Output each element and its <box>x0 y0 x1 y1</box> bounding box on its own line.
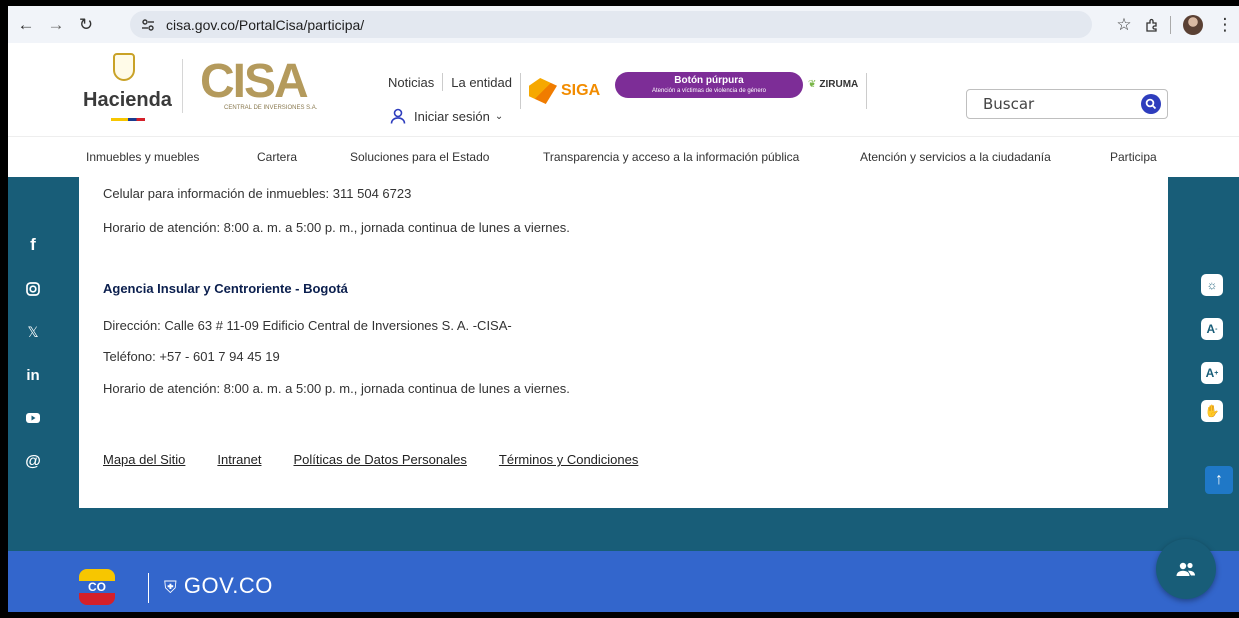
back-icon[interactable]: ← <box>14 13 38 37</box>
gov-bar-separator <box>148 573 149 603</box>
sign-language-icon[interactable]: ✋ <box>1201 400 1223 422</box>
linkedin-icon[interactable]: in <box>22 364 44 386</box>
horario-text-1: Horario de atención: 8:00 a. m. a 5:00 p… <box>103 220 570 235</box>
colombia-co-logo[interactable]: CO <box>79 569 115 605</box>
extensions-icon[interactable] <box>1138 11 1166 39</box>
login-link[interactable]: Iniciar sesión ⌄ <box>390 108 503 124</box>
login-label: Iniciar sesión <box>414 108 490 124</box>
person-icon <box>390 108 406 124</box>
boton-purpura-subtitle: Atención a víctimas de violencia de géne… <box>651 88 767 94</box>
url-text: cisa.gov.co/PortalCisa/participa/ <box>166 16 365 33</box>
ziruma-label: ZIRUMA <box>819 79 859 90</box>
x-icon[interactable]: 𝕏 <box>22 321 44 343</box>
footer-link-mapa[interactable]: Mapa del Sitio <box>103 452 185 467</box>
top-links-separator <box>442 73 444 91</box>
instagram-icon[interactable] <box>22 278 44 300</box>
nav-item-transparencia[interactable]: Transparencia y acceso a la información … <box>543 150 799 164</box>
forward-icon[interactable]: → <box>44 13 68 37</box>
site-header: Hacienda CISA CENTRAL DE INVERSIONES S.A… <box>8 43 1239 136</box>
top-links: Noticias La entidad <box>388 73 512 91</box>
accessibility-panel: ☼ A- A + ✋ <box>1194 248 1239 431</box>
decrease-font-icon[interactable]: A- <box>1201 318 1223 340</box>
increase-font-icon[interactable]: A + <box>1201 362 1223 384</box>
profile-avatar[interactable] <box>1183 14 1203 35</box>
siga-link[interactable]: SIGA <box>520 73 600 109</box>
horario-text-2: Horario de atención: 8:00 a. m. a 5:00 p… <box>103 381 570 396</box>
search-icon[interactable] <box>1141 94 1161 114</box>
threads-icon[interactable]: @ <box>22 451 44 473</box>
browser-window: ← → ↻ cisa.gov.co/PortalCisa/participa/ … <box>8 6 1239 612</box>
top-link-noticias[interactable]: Noticias <box>388 75 434 90</box>
direccion-text: Dirección: Calle 63 # 11-09 Edificio Cen… <box>103 318 512 333</box>
scroll-top-button[interactable]: ↑ <box>1205 466 1233 494</box>
browser-toolbar: ← → ↻ cisa.gov.co/PortalCisa/participa/ … <box>8 6 1239 43</box>
footer-link-intranet[interactable]: Intranet <box>217 452 261 467</box>
ziruma-link[interactable]: ❦ ZIRUMA <box>808 73 868 109</box>
gov-shield-icon: ⛨ <box>164 578 178 597</box>
footer-link-terminos[interactable]: Términos y Condiciones <box>499 452 638 467</box>
top-link-la-entidad[interactable]: La entidad <box>451 75 512 90</box>
nav-item-atencion[interactable]: Atención y servicios a la ciudadanía <box>860 150 1051 164</box>
boton-purpura-title: Botón púrpura <box>674 75 744 86</box>
nav-item-cartera[interactable]: Cartera <box>257 150 297 164</box>
gov-co-label: GOV.CO <box>183 573 273 598</box>
boton-purpura-button[interactable]: Botón púrpura Atención a víctimas de vio… <box>615 72 803 98</box>
gov-bar: CO ⛨ GOV.CO <box>8 551 1239 612</box>
leaf-icon: ❦ <box>808 79 817 90</box>
chevron-down-icon: ⌄ <box>494 110 504 122</box>
siga-logo-icon <box>529 78 557 104</box>
footer-links: Mapa del Sitio Intranet Políticas de Dat… <box>103 452 670 467</box>
reload-icon[interactable]: ↻ <box>74 13 98 37</box>
search-box <box>966 89 1168 119</box>
facebook-icon[interactable]: f <box>22 234 44 256</box>
bookmark-star-icon[interactable]: ☆ <box>1110 11 1138 39</box>
nav-item-soluciones[interactable]: Soluciones para el Estado <box>350 150 489 164</box>
content-card: Celular para información de inmuebles: 3… <box>79 177 1168 508</box>
agency-title: Agencia Insular y Centroriente - Bogotá <box>103 281 348 296</box>
cisa-logo[interactable]: CISA CENTRAL DE INVERSIONES S.A. <box>200 53 318 123</box>
nav-item-inmuebles[interactable]: Inmuebles y muebles <box>86 150 199 164</box>
contrast-icon[interactable]: ☼ <box>1201 274 1223 296</box>
gov-co-logo[interactable]: ⛨ GOV.CO <box>164 573 273 599</box>
hacienda-logo-text: Hacienda <box>83 89 172 111</box>
site-settings-icon[interactable] <box>136 13 160 37</box>
logo-divider <box>182 59 183 113</box>
toolbar-separator <box>1170 15 1171 34</box>
search-input[interactable] <box>967 90 1127 118</box>
cisa-logo-subtitle: CENTRAL DE INVERSIONES S.A. <box>224 105 318 111</box>
colombia-flag-stripe <box>111 118 145 121</box>
main-nav: Inmuebles y muebles Cartera Soluciones p… <box>8 136 1239 177</box>
cisa-logo-text: CISA <box>200 55 309 108</box>
siga-label: SIGA <box>561 82 601 99</box>
telefono-text: Teléfono: +57 - 601 7 94 45 19 <box>103 349 280 364</box>
hacienda-shield-icon <box>113 53 135 81</box>
address-bar[interactable]: cisa.gov.co/PortalCisa/participa/ <box>130 11 1092 38</box>
footer-link-politicas[interactable]: Políticas de Datos Personales <box>293 452 466 467</box>
nav-item-participa[interactable]: Participa <box>1110 150 1157 164</box>
chat-people-icon[interactable] <box>1156 539 1216 599</box>
youtube-icon[interactable] <box>22 407 44 429</box>
browser-menu-icon[interactable]: ⋮ <box>1211 11 1239 39</box>
celular-text: Celular para información de inmuebles: 3… <box>103 186 412 201</box>
hacienda-logo[interactable]: Hacienda <box>83 53 175 123</box>
